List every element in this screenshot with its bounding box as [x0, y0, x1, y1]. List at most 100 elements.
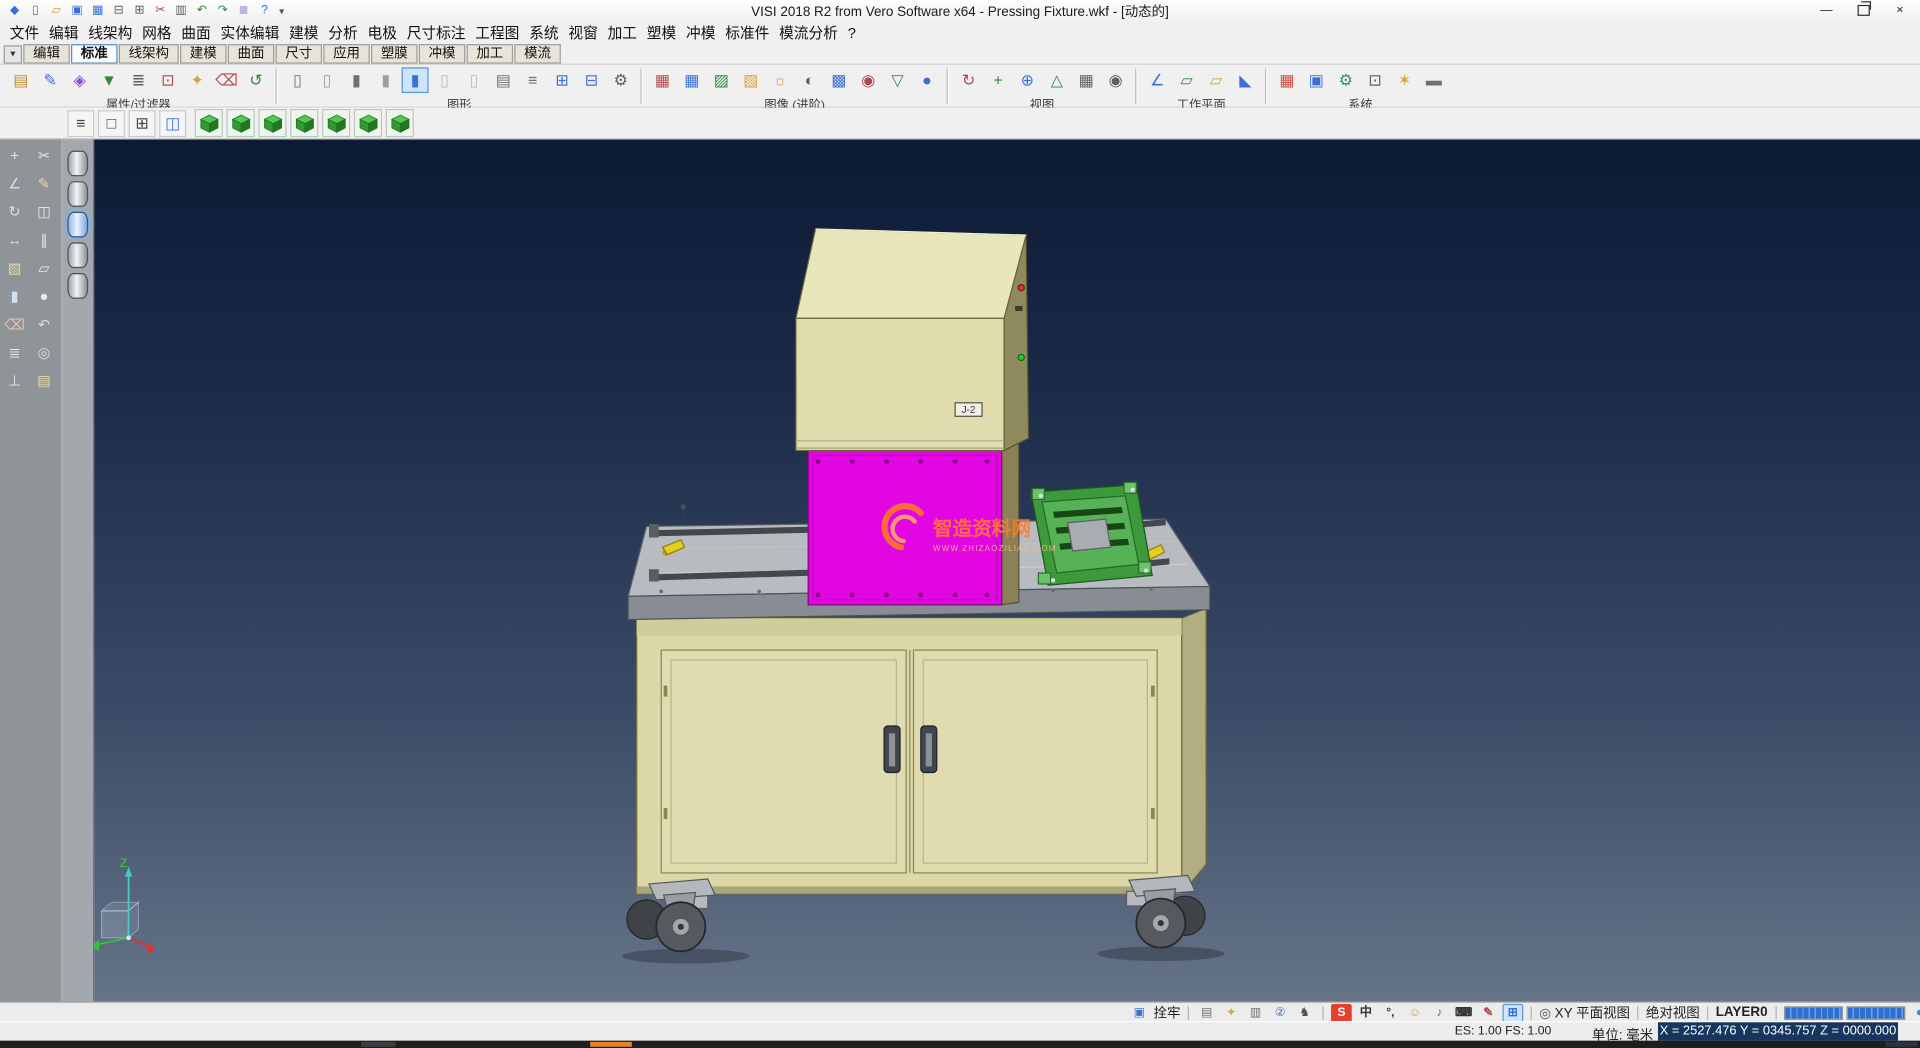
- ribbon-tab[interactable]: 标准: [71, 44, 118, 64]
- app-logo-icon[interactable]: ◆: [5, 2, 25, 19]
- menu-item[interactable]: 线架构: [83, 22, 137, 44]
- menu-item[interactable]: 冲模: [681, 22, 720, 44]
- view-left-icon[interactable]: [322, 109, 350, 137]
- measure-angle-icon[interactable]: ∠: [2, 173, 26, 196]
- close-button[interactable]: ×: [1883, 1, 1916, 19]
- print-icon[interactable]: ⊟: [109, 2, 129, 19]
- menu-item[interactable]: 系统: [524, 22, 563, 44]
- menu-item[interactable]: 尺寸标注: [402, 22, 471, 44]
- attribute-properties-icon[interactable]: ▤: [7, 67, 34, 93]
- keyboard-icon[interactable]: ⌨: [1453, 1003, 1474, 1021]
- menu-item[interactable]: 塑模: [642, 22, 681, 44]
- clipboard-icon[interactable]: ▥: [1245, 1003, 1266, 1021]
- match-properties-icon[interactable]: ◈: [66, 67, 93, 93]
- pin-label[interactable]: 拴牢: [1153, 1003, 1180, 1023]
- save-icon[interactable]: ▣: [67, 2, 87, 19]
- display-settings-icon[interactable]: ▣: [1303, 67, 1330, 93]
- skin-icon[interactable]: ✎: [1478, 1003, 1499, 1021]
- help-icon[interactable]: ?: [255, 2, 275, 19]
- workplane-align-icon[interactable]: ◣: [1232, 67, 1259, 93]
- image-settings-icon[interactable]: ▦: [678, 67, 705, 93]
- shade-mode-hidden-line[interactable]: [67, 181, 88, 207]
- menu-item[interactable]: 网格: [137, 22, 176, 44]
- redo-icon[interactable]: ↷: [213, 2, 233, 19]
- rendered-view-icon[interactable]: ▮: [402, 67, 429, 93]
- erase-filter-icon[interactable]: ⌫: [213, 67, 240, 93]
- info-icon[interactable]: ②: [1270, 1003, 1291, 1021]
- transparent-view-icon[interactable]: ▯: [431, 67, 458, 93]
- workplane-xyz-icon[interactable]: ∠: [1144, 67, 1171, 93]
- macro-icon[interactable]: ♞: [1294, 1003, 1315, 1021]
- render-sphere-icon[interactable]: ●: [913, 67, 940, 93]
- view-isometric-icon[interactable]: [195, 109, 223, 137]
- pin-toggle-icon[interactable]: ▣: [1129, 1003, 1150, 1021]
- absolute-view-field[interactable]: 绝对视图: [1646, 1003, 1700, 1023]
- offset-icon[interactable]: ∥: [32, 229, 56, 252]
- sketch-icon[interactable]: ✎: [32, 173, 56, 196]
- workplane-edit-icon[interactable]: ▱: [1202, 67, 1229, 93]
- cut-icon[interactable]: ✂: [151, 2, 171, 19]
- dynamic-view-icon[interactable]: ◫: [159, 110, 186, 137]
- tablet-icon[interactable]: ▬: [1420, 67, 1447, 93]
- snap-grid-icon[interactable]: ⊟: [578, 67, 605, 93]
- view-top-icon[interactable]: [227, 109, 255, 137]
- ime-toolbox-icon[interactable]: ⊞: [1502, 1003, 1523, 1021]
- menu-item[interactable]: 分析: [323, 22, 362, 44]
- background-icon[interactable]: ▩: [825, 67, 852, 93]
- copy-icon[interactable]: ▥: [171, 2, 191, 19]
- advanced-filter-icon[interactable]: ▽: [884, 67, 911, 93]
- wireframe-view-icon[interactable]: ▯: [284, 67, 311, 93]
- menu-item[interactable]: 实体编辑: [216, 22, 285, 44]
- solid-box-icon[interactable]: ▧: [2, 257, 26, 280]
- menu-item[interactable]: 标准件: [720, 22, 774, 44]
- ribbon-tab[interactable]: 线架构: [119, 44, 179, 64]
- quick-filter-icon[interactable]: ✦: [184, 67, 211, 93]
- workplane-view-field[interactable]: XY 平面视图: [1555, 1003, 1630, 1023]
- ribbon-tab[interactable]: 塑膜: [371, 44, 418, 64]
- selection-settings-icon[interactable]: ⊡: [1362, 67, 1389, 93]
- menu-item[interactable]: 编辑: [44, 22, 83, 44]
- quick-access-more-button[interactable]: ▾: [274, 6, 289, 17]
- light-icon[interactable]: ☼: [767, 67, 794, 93]
- viewport-3d[interactable]: J-2 智造资料网 WWW.ZHIZAOZILIAO.COM Z: [94, 140, 1920, 1002]
- document-icon[interactable]: ▤: [32, 370, 56, 393]
- view-bottom-icon[interactable]: [386, 109, 414, 137]
- ghost-view-icon[interactable]: ▯: [460, 67, 487, 93]
- ribbon-tab[interactable]: 应用: [323, 44, 370, 64]
- view-front-icon[interactable]: [258, 109, 286, 137]
- reset-filter-icon[interactable]: ↺: [242, 67, 269, 93]
- view-right-icon[interactable]: [354, 109, 382, 137]
- open-file-icon[interactable]: ▱: [47, 2, 67, 19]
- layer-list-icon[interactable]: ≣: [2, 342, 26, 365]
- ribbon-tab[interactable]: 模流: [514, 44, 561, 64]
- punctuation-icon[interactable]: °,: [1380, 1003, 1401, 1021]
- target-icon[interactable]: ◎: [32, 342, 56, 365]
- minimize-button[interactable]: —: [1810, 1, 1843, 19]
- single-view-icon[interactable]: □: [98, 110, 125, 137]
- trim-icon[interactable]: ✂: [32, 144, 56, 167]
- selection-filter-icon[interactable]: ⊡: [154, 67, 181, 93]
- ribbon-tab[interactable]: 建模: [180, 44, 227, 64]
- drawing-sheet-icon[interactable]: ▤: [490, 67, 517, 93]
- rotate-icon[interactable]: ↻: [2, 201, 26, 224]
- shade-mode-wireframe[interactable]: [67, 151, 88, 177]
- graphics-settings-icon[interactable]: ⚙: [607, 67, 634, 93]
- undo-icon[interactable]: ↶: [192, 2, 212, 19]
- cylinder-icon[interactable]: ▮: [2, 285, 26, 308]
- move-icon[interactable]: ↔: [2, 229, 26, 252]
- mirror-icon[interactable]: ◫: [32, 201, 56, 224]
- shadow-icon[interactable]: ◐: [796, 67, 823, 93]
- ribbon-tab[interactable]: 曲面: [228, 44, 275, 64]
- sheet-icon[interactable]: ▱: [32, 257, 56, 280]
- erase-icon[interactable]: ⌫: [2, 313, 26, 336]
- tab-dropdown-button[interactable]: ▼: [4, 45, 22, 63]
- fillet-icon[interactable]: ●: [32, 285, 56, 308]
- menu-item[interactable]: 视窗: [563, 22, 602, 44]
- shade-mode-shaded-edges[interactable]: [67, 242, 88, 268]
- award-icon[interactable]: ✦: [1221, 1003, 1242, 1021]
- align-icon[interactable]: ⊥: [2, 370, 26, 393]
- layer-manager-icon[interactable]: ≣: [125, 67, 152, 93]
- camera-view-icon[interactable]: ◉: [1102, 67, 1129, 93]
- shaded-view-icon[interactable]: ▮: [343, 67, 370, 93]
- ribbon-tab[interactable]: 编辑: [23, 44, 70, 64]
